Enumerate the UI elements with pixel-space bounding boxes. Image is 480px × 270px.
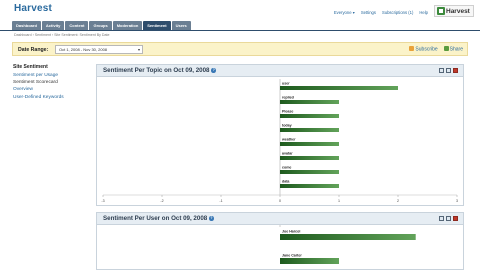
bar-label: come <box>282 166 291 170</box>
sidebar-item-sentiment-per-usage[interactable]: Sentiment per Usage <box>13 72 98 79</box>
subscribe-label: Subscribe <box>415 46 438 53</box>
x-tick-label: -3 <box>101 199 104 203</box>
top-link-everyone[interactable]: Everyone ▾ <box>334 10 355 15</box>
tab-moderation[interactable]: Moderation <box>112 21 143 30</box>
sidebar-item-user-defined-keywords[interactable]: User-Defined Keywords <box>13 94 98 101</box>
x-tick-label: 2 <box>397 199 399 203</box>
sentiment-per-topic-panel: Sentiment Per Topic on Oct 09, 2008? use… <box>96 64 464 206</box>
close-icon[interactable] <box>453 216 458 221</box>
help-icon[interactable]: ? <box>211 68 216 73</box>
app-title: Harvest <box>14 3 53 14</box>
bar[interactable] <box>280 258 339 264</box>
export-icon[interactable] <box>439 216 444 221</box>
bar-label: Joe Harcol <box>282 230 300 234</box>
tab-divider <box>0 30 480 31</box>
sentiment-per-user-panel: Sentiment Per User on Oct 09, 2008? Joe … <box>96 212 464 270</box>
bar[interactable] <box>280 114 339 118</box>
top-links: Everyone ▾ Settings Subscriptions (1) He… <box>334 10 428 15</box>
app-window: Harvest Everyone ▾ Settings Subscription… <box>0 0 480 270</box>
panel-tools <box>439 216 458 221</box>
bar-label: avatar <box>282 152 293 156</box>
user-chart: Joe Harcol Jane Carter <box>97 225 463 270</box>
sidebar-heading: Site Sentiment <box>13 64 48 70</box>
bar[interactable] <box>280 184 339 188</box>
bar-label: data <box>282 180 290 184</box>
panel-tools <box>439 68 458 73</box>
export-icon[interactable] <box>439 68 444 73</box>
top-link-subscriptions[interactable]: Subscriptions (1) <box>382 10 413 15</box>
date-range-value: Oct 1, 2008 - Nov 30, 2008 <box>59 47 108 52</box>
bar[interactable] <box>280 142 339 146</box>
tab-sentiment[interactable]: Sentiment <box>143 21 171 30</box>
date-range-label: Date Range: <box>18 47 49 53</box>
panel-header: Sentiment Per Topic on Oct 09, 2008? <box>97 65 463 77</box>
tab-dashboard[interactable]: Dashboard <box>12 21 41 30</box>
topic-chart: user replied Please today weather avatar come d… <box>97 77 463 205</box>
bar[interactable] <box>280 156 339 160</box>
bar-label: user <box>282 82 290 86</box>
close-icon[interactable] <box>453 68 458 73</box>
date-range-select[interactable]: Oct 1, 2008 - Nov 30, 2008 ▾ <box>55 45 143 54</box>
breadcrumb: Dashboard › Sentiment › Site Sentiment: … <box>14 33 110 37</box>
x-tick-label: -1 <box>219 199 222 203</box>
panel-title: Sentiment Per Topic on Oct 09, 2008? <box>103 67 216 74</box>
bar[interactable] <box>280 234 416 240</box>
bar-label: today <box>282 124 292 128</box>
user-chart-svg: Joe Harcol Jane Carter <box>279 225 416 264</box>
sidebar: Site Sentiment Sentiment per Usage Senti… <box>13 64 98 101</box>
harvest-logo-icon <box>437 7 445 15</box>
tab-groups[interactable]: Groups <box>89 21 112 30</box>
help-icon[interactable]: ? <box>209 216 214 221</box>
x-tick-label: -2 <box>160 199 163 203</box>
top-link-settings[interactable]: Settings <box>361 10 376 15</box>
share-icon <box>443 46 449 51</box>
panel-title-text: Sentiment Per Topic on Oct 09, 2008 <box>103 67 210 74</box>
header: Harvest Everyone ▾ Settings Subscription… <box>0 0 480 22</box>
date-range-bar: Date Range: Oct 1, 2008 - Nov 30, 2008 ▾… <box>12 42 468 56</box>
panel-header: Sentiment Per User on Oct 09, 2008? <box>97 213 463 225</box>
subscribe-link[interactable]: Subscribe <box>409 46 438 53</box>
top-link-help[interactable]: Help <box>419 10 428 15</box>
table-view-icon[interactable] <box>446 68 451 73</box>
share-label: Share <box>449 46 463 53</box>
tab-content[interactable]: Content <box>65 21 89 30</box>
topic-chart-svg: user replied Please today weather avatar come d… <box>101 79 458 203</box>
rss-icon <box>409 46 415 51</box>
tab-activity[interactable]: Activity <box>41 21 65 30</box>
x-tick-label: 3 <box>456 199 458 203</box>
bar-label: weather <box>281 138 296 142</box>
bar-label: Jane Carter <box>282 254 302 258</box>
panel-title-text: Sentiment Per User on Oct 09, 2008 <box>103 215 208 222</box>
sidebar-item-sentiment-scorecard[interactable]: Sentiment Scorecard <box>13 79 98 86</box>
bar[interactable] <box>280 170 339 174</box>
table-view-icon[interactable] <box>446 216 451 221</box>
panel-title: Sentiment Per User on Oct 09, 2008? <box>103 215 214 222</box>
chevron-down-icon: ▾ <box>137 47 140 52</box>
date-range-actions: Subscribe Share <box>409 46 463 53</box>
sidebar-item-overview[interactable]: Overview <box>13 86 98 93</box>
main-tabs: Dashboard Activity Content Groups Modera… <box>12 21 191 30</box>
bar-label: replied <box>282 96 294 100</box>
bar[interactable] <box>280 100 339 104</box>
bar[interactable] <box>280 86 398 90</box>
x-tick-label: 0 <box>279 199 281 203</box>
logo-text: Harvest <box>446 7 470 15</box>
share-link[interactable]: Share <box>443 46 463 53</box>
tab-users[interactable]: Users <box>171 21 191 30</box>
brand-logo: Harvest <box>434 5 474 17</box>
x-tick-label: 1 <box>338 199 340 203</box>
bar-label: Please <box>282 110 293 114</box>
bar[interactable] <box>280 128 339 132</box>
